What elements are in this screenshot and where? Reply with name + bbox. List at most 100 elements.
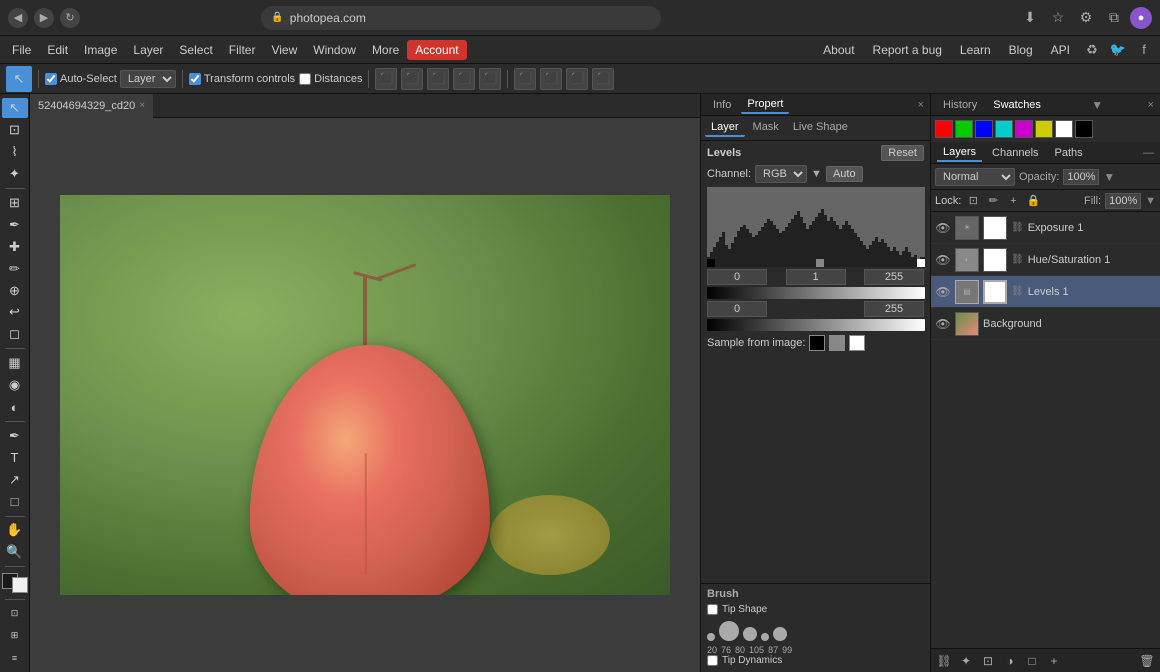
pen-tool[interactable]: ✒ (2, 426, 28, 446)
opacity-input[interactable] (1063, 169, 1099, 185)
menu-window[interactable]: Window (305, 40, 364, 60)
input-gradient-slider[interactable] (707, 287, 925, 299)
menu-image[interactable]: Image (76, 40, 125, 60)
blend-mode-select[interactable]: Normal (935, 168, 1015, 186)
eyedropper-tool[interactable]: ✒ (2, 215, 28, 235)
output-white-point[interactable] (864, 301, 924, 317)
lock-image-btn[interactable]: ✏ (985, 193, 1001, 209)
history-brush-tool[interactable]: ↩ (2, 302, 28, 322)
tab-mask[interactable]: Mask (747, 119, 785, 137)
reset-button[interactable]: Reset (881, 145, 924, 161)
auto-button[interactable]: Auto (826, 166, 863, 182)
input-black-point[interactable] (707, 269, 767, 285)
new-layer-btn[interactable]: + (1045, 652, 1063, 670)
link-button[interactable]: ⬛ (592, 68, 614, 90)
input-white-point[interactable] (864, 269, 924, 285)
swatches-arrow[interactable]: ▼ (1091, 98, 1103, 112)
sample-gray-swatch[interactable] (829, 335, 845, 351)
tab-close-button[interactable]: × (139, 100, 145, 111)
path-selection-tool[interactable]: ↗ (2, 470, 28, 490)
tab-info[interactable]: Info (707, 97, 737, 113)
menu-edit[interactable]: Edit (39, 40, 76, 60)
profile-icon[interactable]: ● (1130, 7, 1152, 29)
layer-item-hue[interactable]: 👁 ◐ ⛓ Hue/Saturation 1 (931, 244, 1160, 276)
social-icon-3[interactable]: f (1132, 38, 1156, 62)
tab-history[interactable]: History (937, 97, 983, 113)
channel-dropdown-icon[interactable]: ▼ (811, 168, 822, 180)
warp-button[interactable]: ⬛ (514, 68, 536, 90)
menu-api[interactable]: API (1043, 40, 1078, 60)
histogram-left-handle[interactable] (707, 259, 715, 267)
extensions-icon[interactable]: ⧉ (1102, 6, 1126, 30)
menu-more[interactable]: More (364, 40, 407, 60)
layer-visibility-hue[interactable]: 👁 (935, 252, 951, 268)
menu-file[interactable]: File (4, 40, 39, 60)
lasso-tool[interactable]: ⌇ (2, 142, 28, 162)
fill-input[interactable] (1105, 193, 1141, 209)
histogram-mid-handle[interactable] (816, 259, 824, 267)
move-tool[interactable]: ↖ (2, 98, 28, 118)
star-icon[interactable]: ☆ (1046, 6, 1070, 30)
layer-visibility-exposure[interactable]: 👁 (935, 220, 951, 236)
hand-tool[interactable]: ✋ (2, 521, 28, 541)
align-center-button[interactable]: ⬛ (401, 68, 423, 90)
layers-collapse[interactable]: — (1143, 147, 1154, 159)
lock-transparent-btn[interactable]: ⊡ (965, 193, 981, 209)
swatch-red[interactable] (935, 120, 953, 138)
swatches-close[interactable]: × (1148, 99, 1154, 111)
sample-black-swatch[interactable] (809, 335, 825, 351)
layer-select[interactable]: Layer (120, 70, 176, 88)
menu-learn[interactable]: Learn (952, 40, 999, 60)
tip-dynamics-checkbox[interactable] (707, 655, 718, 666)
menu-about[interactable]: About (815, 40, 862, 60)
transform-button[interactable]: ⬛ (540, 68, 562, 90)
download-icon[interactable]: ⬇ (1018, 6, 1042, 30)
histogram-right-handle[interactable] (917, 259, 925, 267)
stamp-tool[interactable]: ⊕ (2, 281, 28, 301)
output-black-point[interactable] (707, 301, 767, 317)
brush-tool[interactable]: ✏ (2, 259, 28, 279)
swatch-blue[interactable] (975, 120, 993, 138)
text-tool[interactable]: T (2, 448, 28, 468)
heal-tool[interactable]: ✚ (2, 237, 28, 257)
magic-wand-tool[interactable]: ✦ (2, 164, 28, 184)
align-right-button[interactable]: ⬛ (427, 68, 449, 90)
screen-mode-btn[interactable]: ⊞ (2, 626, 28, 646)
adjustment-layer-btn[interactable]: ◑ (1001, 652, 1019, 670)
distribute-button[interactable]: ⬛ (479, 68, 501, 90)
swatch-yellow[interactable] (1035, 120, 1053, 138)
color-swatches[interactable] (2, 573, 28, 593)
layer-visibility-background[interactable]: 👁 (935, 316, 951, 332)
tab-swatches[interactable]: Swatches (987, 97, 1047, 113)
output-gradient-slider[interactable] (707, 319, 925, 331)
swatch-cyan[interactable] (995, 120, 1013, 138)
tab-paths[interactable]: Paths (1049, 145, 1089, 161)
link-layers-btn[interactable]: ⛓ (935, 652, 953, 670)
opacity-arrow[interactable]: ▼ (1103, 170, 1115, 184)
delete-layer-btn[interactable]: 🗑 (1138, 652, 1156, 670)
menu-filter[interactable]: Filter (221, 40, 264, 60)
social-icon-2[interactable]: 🐦 (1106, 38, 1130, 62)
move-tool-button[interactable]: ↖ (6, 66, 32, 92)
swatch-white[interactable] (1055, 120, 1073, 138)
canvas-container[interactable] (30, 118, 700, 672)
forward-button[interactable]: ▶ (34, 8, 54, 28)
crop-tool[interactable]: ⊞ (2, 193, 28, 213)
tab-layers[interactable]: Layers (937, 144, 982, 162)
social-icon-1[interactable]: ♻ (1080, 38, 1104, 62)
quick-mask-btn[interactable]: ⊡ (2, 604, 28, 624)
menu-layer[interactable]: Layer (125, 40, 171, 60)
background-color[interactable] (12, 577, 28, 593)
tab-layer[interactable]: Layer (705, 119, 745, 137)
tab-live-shape[interactable]: Live Shape (787, 119, 854, 137)
distances-checkbox[interactable] (299, 73, 311, 85)
back-button[interactable]: ◀ (8, 8, 28, 28)
auto-select-checkbox[interactable] (45, 73, 57, 85)
eraser-tool[interactable]: ◻ (2, 324, 28, 344)
layer-item-levels[interactable]: 👁 ▤ ⛓ Levels 1 (931, 276, 1160, 308)
shape-tool[interactable]: □ (2, 492, 28, 512)
gradient-tool[interactable]: ▦ (2, 353, 28, 373)
blur-tool[interactable]: ◉ (2, 375, 28, 395)
input-midpoint[interactable] (786, 269, 846, 285)
swatch-black[interactable] (1075, 120, 1093, 138)
